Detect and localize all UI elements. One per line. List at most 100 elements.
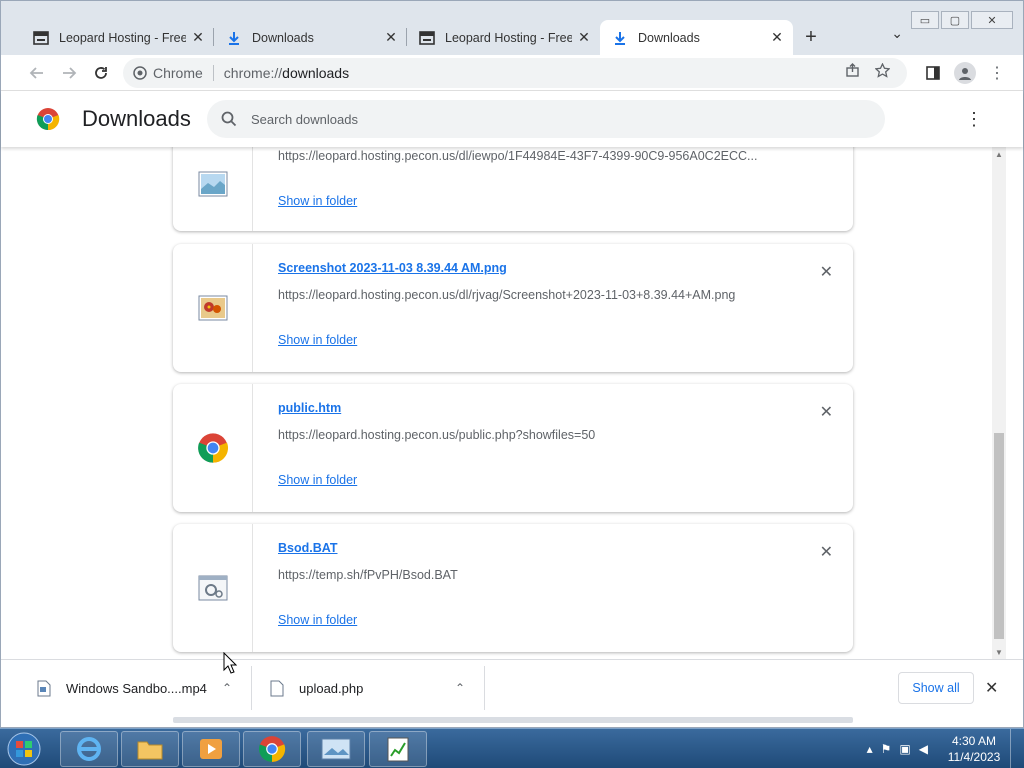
scroll-down-icon[interactable]: ▼ <box>992 645 1006 659</box>
toolbar: Chrome chrome://downloads ⋮ <box>1 55 1023 91</box>
chevron-up-icon[interactable]: ⌃ <box>222 681 232 695</box>
bookmark-star-icon[interactable] <box>867 63 897 78</box>
new-tab-button[interactable]: + <box>793 20 829 55</box>
download-icon <box>226 30 242 46</box>
film-icon <box>33 30 49 46</box>
chrome-menu-button[interactable]: ⋮ <box>981 57 1013 89</box>
horizontal-scrollbar[interactable] <box>173 717 853 723</box>
show-hidden-icons-icon[interactable]: ▴ <box>867 742 873 756</box>
download-file-name-link[interactable]: public.htm <box>278 401 341 415</box>
taskbar-sandbox[interactable] <box>369 731 427 767</box>
download-item-icon-col <box>173 147 253 231</box>
taskbar-media-player[interactable] <box>182 731 240 767</box>
volume-muted-icon[interactable]: ◀ <box>919 742 928 756</box>
folder-icon <box>137 741 163 760</box>
tab-title: Leopard Hosting - Free I <box>445 30 572 45</box>
tab-leopard-hosting-1[interactable]: Leopard Hosting - Free I ✕ <box>21 20 214 55</box>
search-icon <box>221 111 237 127</box>
more-actions-icon[interactable]: ⋮ <box>965 109 983 130</box>
search-input[interactable] <box>251 111 751 127</box>
forward-button[interactable] <box>53 57 85 89</box>
photo-viewer-icon <box>321 738 351 760</box>
shelf-item-name: upload.php <box>299 680 364 696</box>
avatar <box>954 62 976 84</box>
mouse-cursor-icon <box>223 652 237 674</box>
flower-image-icon <box>198 295 227 321</box>
maximize-button[interactable]: ▢ <box>941 11 969 29</box>
shelf-item-video[interactable]: Windows Sandbo....mp4 ⌃ <box>36 666 242 710</box>
network-icon[interactable]: ▣ <box>899 742 910 756</box>
clock-time: 4:30 AM <box>951 734 997 748</box>
notepad-chart-icon <box>387 737 409 762</box>
address-bar[interactable]: Chrome chrome://downloads <box>123 58 907 88</box>
tab-downloads-1[interactable]: Downloads ✕ <box>214 20 407 55</box>
show-desktop-button[interactable] <box>1010 729 1024 768</box>
tab-title: Downloads <box>638 30 700 45</box>
show-in-folder-link[interactable]: Show in folder <box>278 473 357 487</box>
remove-item-icon[interactable]: ✕ <box>820 542 833 562</box>
tab-close-icon[interactable]: ✕ <box>190 29 206 46</box>
search-box[interactable] <box>207 100 885 138</box>
download-item: https://leopard.hosting.pecon.us/dl/iewp… <box>173 147 853 231</box>
download-item: Bsod.BAT https://temp.sh/fPvPH/Bsod.BAT … <box>173 524 853 652</box>
clock[interactable]: 4:30 AM 11/4/2023 <box>938 733 1010 765</box>
action-center-flag-icon[interactable]: ⚑ <box>881 742 892 756</box>
downloads-header: Downloads ⋮ <box>1 91 1023 147</box>
chrome-icon <box>258 736 286 762</box>
tab-downloads-active[interactable]: Downloads ✕ <box>600 20 793 55</box>
system-tray: ▴ ⚑ ▣ ◀ 4:30 AM 11/4/2023 <box>867 729 1024 768</box>
download-item: public.htm https://leopard.hosting.pecon… <box>173 384 853 512</box>
batch-file-icon <box>198 575 227 601</box>
share-icon[interactable] <box>837 63 867 78</box>
scrollbar-thumb[interactable] <box>994 433 1004 639</box>
show-in-folder-link[interactable]: Show in folder <box>278 613 357 627</box>
start-button[interactable] <box>4 731 44 767</box>
tab-close-icon[interactable]: ✕ <box>769 29 785 46</box>
vertical-scrollbar[interactable]: ▲ ▼ <box>992 147 1006 659</box>
download-file-name-link[interactable]: Bsod.BAT <box>278 541 338 555</box>
download-url: https://leopard.hosting.pecon.us/dl/iewp… <box>278 149 758 163</box>
download-shelf: Windows Sandbo....mp4 ⌃ upload.php ⌃ Sho… <box>1 659 1023 715</box>
tab-close-icon[interactable]: ✕ <box>576 29 592 46</box>
download-url: https://temp.sh/fPvPH/Bsod.BAT <box>278 568 458 582</box>
taskbar-ie[interactable] <box>60 731 118 767</box>
close-shelf-icon[interactable]: ✕ <box>985 678 998 698</box>
remove-item-icon[interactable]: ✕ <box>820 262 833 282</box>
chrome-site-icon <box>133 66 147 80</box>
chrome-logo-icon <box>36 108 60 131</box>
tab-close-icon[interactable]: ✕ <box>383 29 399 46</box>
taskbar-chrome[interactable] <box>243 731 301 767</box>
image-file-icon <box>198 171 227 197</box>
title-bar: ▭ ▢ ✕ Leopard Hosting - Free I ✕ Downloa… <box>1 1 1023 55</box>
minimize-button[interactable]: ▭ <box>911 11 939 29</box>
tab-title: Leopard Hosting - Free I <box>59 30 186 45</box>
chevron-up-icon[interactable]: ⌃ <box>455 681 465 695</box>
show-in-folder-link[interactable]: Show in folder <box>278 333 357 347</box>
shelf-item-name: Windows Sandbo....mp4 <box>66 680 207 696</box>
file-icon <box>269 679 285 697</box>
download-icon <box>612 30 628 46</box>
download-item: Screenshot 2023-11-03 8.39.44 AM.png htt… <box>173 244 853 372</box>
side-panel-button[interactable] <box>917 57 949 89</box>
tab-leopard-hosting-2[interactable]: Leopard Hosting - Free I ✕ <box>407 20 600 55</box>
taskbar-explorer[interactable] <box>121 731 179 767</box>
tab-search-icon[interactable]: ⌄ <box>891 25 903 42</box>
shelf-item-upload[interactable]: upload.php ⌃ <box>269 666 475 710</box>
show-all-button[interactable]: Show all <box>898 672 974 704</box>
side-panel-icon <box>926 66 940 80</box>
window-controls: ▭ ▢ ✕ <box>909 11 1013 29</box>
download-file-name-link[interactable]: Screenshot 2023-11-03 8.39.44 AM.png <box>278 261 507 275</box>
back-arrow-icon <box>29 66 43 79</box>
remove-item-icon[interactable]: ✕ <box>820 402 833 422</box>
back-button[interactable] <box>21 57 53 89</box>
tab-strip: Leopard Hosting - Free I ✕ Downloads ✕ L… <box>21 20 829 55</box>
forward-arrow-icon <box>63 66 77 79</box>
media-player-icon <box>200 739 222 759</box>
windows-logo-icon <box>7 732 41 766</box>
scroll-up-icon[interactable]: ▲ <box>992 147 1006 161</box>
profile-button[interactable] <box>949 57 981 89</box>
reload-button[interactable] <box>85 57 117 89</box>
show-in-folder-link[interactable]: Show in folder <box>278 194 357 208</box>
close-window-button[interactable]: ✕ <box>971 11 1013 29</box>
taskbar-photo-viewer[interactable] <box>307 731 365 767</box>
